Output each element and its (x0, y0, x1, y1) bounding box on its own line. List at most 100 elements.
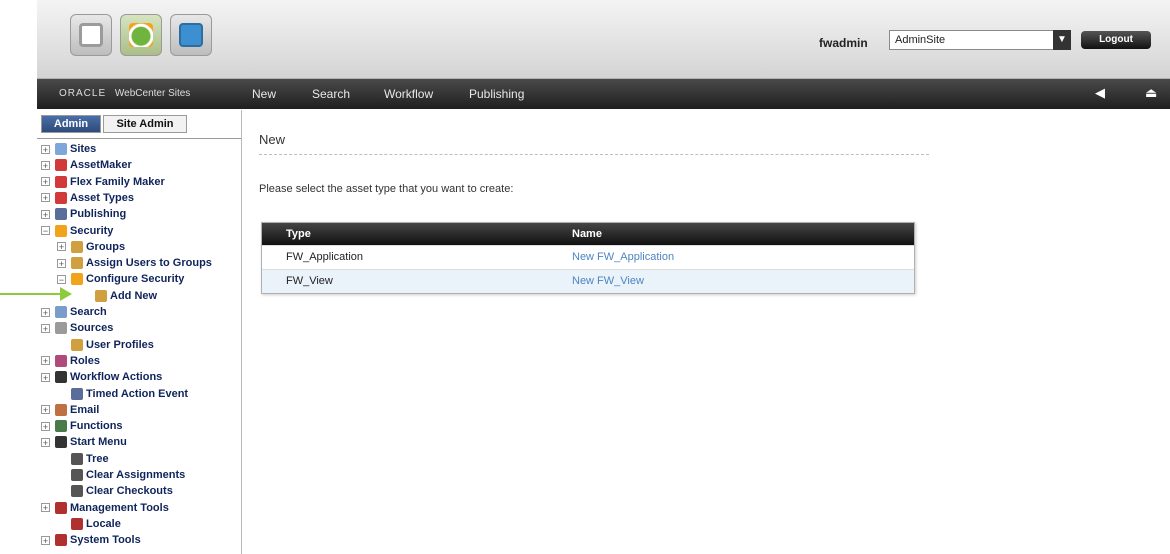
new-asset-link[interactable]: New FW_View (572, 275, 644, 287)
tree-item-label: Assign Users to Groups (86, 257, 212, 270)
oracle-wordmark: ORACLE (59, 88, 107, 99)
tree-item-configure-security[interactable]: − Configure Security (57, 271, 184, 287)
eject-icon[interactable]: ⏏ (1145, 85, 1157, 101)
expand-icon[interactable]: + (41, 160, 50, 170)
tree-item-label: Clear Assignments (86, 469, 186, 481)
expand-icon[interactable]: + (41, 177, 50, 187)
tab-site-admin[interactable]: Site Admin (103, 115, 187, 133)
tree-item-label: Configure Security (86, 273, 185, 286)
expand-icon[interactable]: + (41, 356, 50, 366)
product-name: WebCenter Sites (114, 88, 191, 99)
chevron-down-icon[interactable]: ▼ (1053, 30, 1071, 50)
tree-item-system-tools[interactable]: + System Tools (41, 532, 141, 548)
tree-item-start-menu[interactable]: + Start Menu (41, 434, 127, 450)
main-nav-bar: ORACLE WebCenter Sites New Search Workfl… (37, 79, 1170, 109)
instruction-text: Please select the asset type that you wa… (259, 183, 514, 195)
tree-node-icon (55, 403, 67, 416)
tree-item-clear-checkouts[interactable]: Clear Checkouts (57, 483, 173, 499)
tree-item-label: System Tools (70, 534, 141, 547)
tree-item-timed-action-event[interactable]: Timed Action Event (57, 386, 188, 402)
expand-icon[interactable]: + (57, 242, 66, 252)
tree-item-asset-types[interactable]: + Asset Types (41, 190, 134, 206)
tree-item-label: User Profiles (86, 338, 154, 351)
expand-icon[interactable]: + (41, 437, 50, 447)
top-bar: fwadmin AdminSite ▼ Logout (37, 0, 1170, 79)
callout-arrow-line (0, 293, 62, 295)
tree-node-icon (71, 452, 83, 465)
tree-node-icon (55, 322, 67, 335)
menu-publishing[interactable]: Publishing (469, 87, 524, 101)
contributor-app-button[interactable] (170, 14, 212, 56)
logout-button[interactable]: Logout (1081, 31, 1151, 49)
tree-item-label: Asset Types (70, 191, 134, 204)
tree-item-assetmaker[interactable]: + AssetMaker (41, 157, 132, 173)
tree-item-label: Search (70, 306, 107, 318)
tree-item-flex-family-maker[interactable]: + Flex Family Maker (41, 174, 165, 190)
tree-item-email[interactable]: + Email (41, 402, 99, 418)
expand-icon[interactable]: + (41, 405, 50, 415)
site-selector-value: AdminSite (895, 34, 946, 46)
column-header-name: Name (572, 228, 602, 240)
tree-node-icon (55, 175, 67, 188)
admin-app-button[interactable] (70, 14, 112, 56)
title-divider (259, 154, 929, 155)
tree-item-search[interactable]: + Search (41, 304, 107, 320)
tree-node-icon (71, 387, 83, 400)
menu-search[interactable]: Search (312, 87, 350, 101)
tree-item-management-tools[interactable]: + Management Tools (41, 500, 169, 516)
oracle-brand-logo: ORACLE WebCenter Sites (59, 88, 190, 99)
app-frame: fwadmin AdminSite ▼ Logout ORACLE WebCen… (37, 0, 1170, 554)
tree-node-icon (55, 534, 67, 547)
tree-item-tree[interactable]: Tree (57, 451, 109, 467)
tree-item-sites[interactable]: + Sites (41, 141, 96, 157)
tree-item-label: Roles (70, 354, 100, 367)
expand-icon[interactable]: + (41, 307, 50, 317)
tree-item-label: Management Tools (70, 501, 169, 514)
back-arrow-icon[interactable]: ◀ (1095, 85, 1105, 101)
tree-node-icon (55, 501, 67, 514)
tree-item-groups[interactable]: + Groups (57, 239, 125, 255)
menu-new[interactable]: New (252, 87, 276, 101)
tree-item-security[interactable]: − Security (41, 223, 113, 239)
collapse-icon[interactable]: − (57, 274, 66, 284)
tab-admin[interactable]: Admin (41, 115, 101, 133)
expand-icon[interactable]: + (57, 258, 66, 268)
tree-item-roles[interactable]: + Roles (41, 353, 100, 369)
tree-item-assign-users-to-groups[interactable]: + Assign Users to Groups (57, 255, 212, 271)
expand-icon[interactable]: + (41, 144, 50, 154)
expand-icon[interactable]: + (41, 503, 50, 513)
expand-icon[interactable]: + (41, 535, 50, 545)
tree-item-workflow-actions[interactable]: + Workflow Actions (41, 369, 162, 385)
tree-item-label: Email (70, 403, 100, 416)
webcenter-app-button[interactable] (120, 14, 162, 56)
tree-item-label: Publishing (70, 208, 127, 221)
new-asset-link[interactable]: New FW_Application (572, 251, 674, 263)
site-selector[interactable]: AdminSite ▼ (889, 30, 1071, 50)
menu-workflow[interactable]: Workflow (384, 87, 433, 101)
tree-item-label: Locale (86, 517, 121, 530)
tree-item-label: Workflow Actions (70, 371, 163, 384)
asset-type-cell: FW_Application (286, 251, 364, 263)
expand-icon[interactable]: + (41, 421, 50, 431)
tree-item-publishing[interactable]: + Publishing (41, 206, 126, 222)
tree-item-label: Start Menu (70, 436, 127, 449)
expand-icon[interactable]: + (41, 323, 50, 333)
callout-arrow-icon (60, 287, 72, 301)
asset-type-cell: FW_View (286, 275, 333, 287)
table-header: Type Name (262, 223, 914, 245)
tree-node-icon (95, 289, 107, 302)
expand-icon[interactable]: + (41, 209, 50, 219)
tree-item-label: Add New (110, 289, 158, 302)
tree-node-icon (71, 469, 83, 481)
tree-item-user-profiles[interactable]: User Profiles (57, 337, 154, 353)
tree-node-icon (71, 517, 83, 530)
tree-item-add-new[interactable]: Add New (81, 288, 157, 304)
tree-item-sources[interactable]: + Sources (41, 320, 113, 336)
tree-node-icon (55, 224, 67, 237)
tree-item-clear-assignments[interactable]: Clear Assignments (57, 467, 185, 483)
tree-item-locale[interactable]: Locale (57, 516, 121, 532)
tree-item-functions[interactable]: + Functions (41, 418, 123, 434)
collapse-icon[interactable]: − (41, 226, 50, 236)
expand-icon[interactable]: + (41, 193, 50, 203)
expand-icon[interactable]: + (41, 372, 50, 382)
